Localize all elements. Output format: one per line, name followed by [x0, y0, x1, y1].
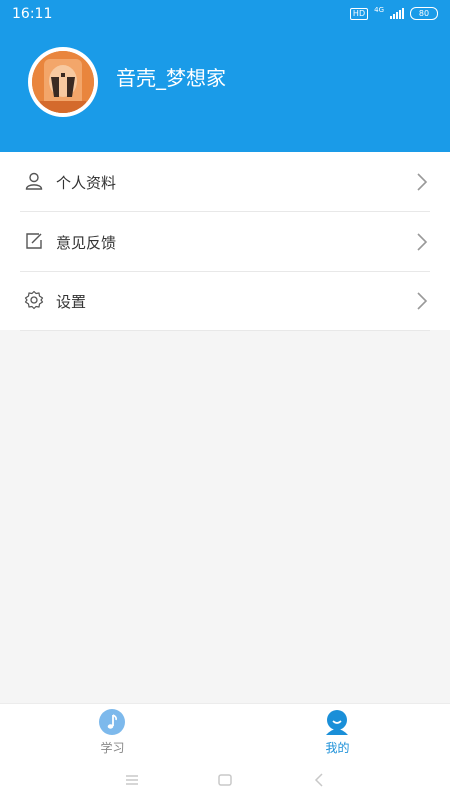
tab-study[interactable]: 学习	[0, 704, 225, 761]
edit-icon	[26, 233, 42, 249]
signal-icon	[390, 8, 404, 19]
user-icon	[25, 172, 43, 190]
menu-item-label: 个人资料	[56, 174, 117, 192]
hd-icon: HD	[349, 7, 369, 20]
chevron-right-icon	[417, 173, 428, 191]
gear-icon	[24, 290, 44, 310]
profile-icon	[326, 710, 348, 735]
music-note-icon	[99, 709, 125, 735]
profile-header: 16:11 HD 4G 80 音壳_梦想家	[0, 0, 450, 152]
tab-mine[interactable]: 我的	[225, 704, 450, 761]
chevron-right-icon	[417, 233, 428, 251]
menu-item-label: 设置	[56, 293, 87, 311]
status-bar: 16:11 HD 4G 80	[0, 0, 450, 28]
settings-menu: 个人资料 意见反馈 设置	[0, 152, 450, 331]
bottom-tab-bar: 学习 我的	[0, 703, 450, 761]
menu-item-feedback[interactable]: 意见反馈	[20, 212, 430, 272]
menu-item-label: 意见反馈	[56, 234, 117, 252]
tab-mine-label: 我的	[325, 741, 350, 755]
tab-study-label: 学习	[100, 741, 125, 755]
avatar[interactable]	[28, 47, 98, 117]
home-icon[interactable]	[217, 772, 233, 788]
menu-item-profile[interactable]: 个人资料	[20, 152, 430, 212]
back-icon[interactable]	[311, 772, 327, 788]
network-type: 4G	[374, 5, 384, 14]
status-icons: HD 4G 80	[349, 5, 438, 20]
menu-icon[interactable]	[124, 772, 140, 788]
avatar-image	[32, 51, 94, 113]
system-nav-bar	[0, 760, 450, 800]
menu-item-settings[interactable]: 设置	[20, 271, 430, 331]
battery-icon: 80	[410, 7, 438, 20]
username: 音壳_梦想家	[116, 66, 226, 90]
status-time: 16:11	[12, 6, 53, 22]
chevron-right-icon	[417, 292, 428, 310]
